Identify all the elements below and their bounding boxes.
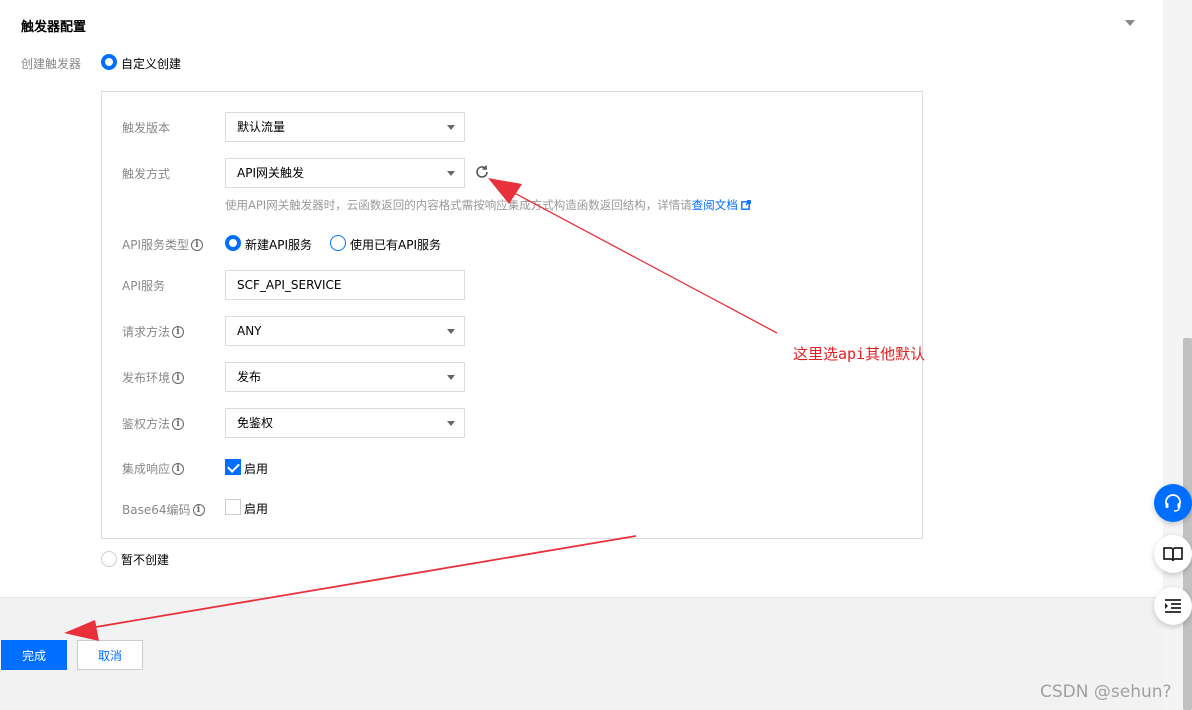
custom-create-radio[interactable] (101, 54, 117, 70)
trigger-method-select[interactable]: API网关触发 (225, 158, 465, 188)
hint-text: 使用API网关触发器时，云函数返回的内容格式需按响应集成方式构造函数返回结构，详… (225, 198, 692, 212)
auth-method-value: 免鉴权 (237, 416, 274, 430)
api-service-input[interactable]: SCF_API_SERVICE (225, 270, 465, 300)
create-trigger-label: 创建触发器 (21, 57, 82, 71)
request-method-value: ANY (237, 324, 262, 338)
custom-create-label: 自定义创建 (121, 57, 182, 71)
auth-method-label: 鉴权方法 i (122, 415, 185, 432)
trigger-method-label-text: 触发方式 (122, 167, 171, 181)
api-service-label: API服务 (122, 277, 165, 294)
service-type-label: API服务类型 i (122, 236, 203, 253)
base64-check-label: 启用 (244, 502, 269, 516)
watermark: CSDN @sehun? (1040, 682, 1172, 702)
info-icon[interactable]: i (172, 325, 185, 338)
docs-link[interactable]: 查阅文档 (692, 198, 738, 212)
list-indent-icon (1165, 599, 1181, 613)
trigger-version-value: 默认流量 (237, 120, 286, 134)
release-env-value: 发布 (237, 370, 262, 384)
info-icon[interactable]: i (172, 417, 185, 430)
release-env-label-text: 发布环境 (122, 371, 171, 385)
trigger-version-select[interactable]: 默认流量 (225, 112, 465, 142)
base64-label-text: Base64编码 (122, 503, 191, 517)
annotation-text: 这里选api其他默认 (793, 345, 926, 363)
skip-create-label: 暂不创建 (121, 553, 170, 567)
trigger-hint: 使用API网关触发器时，云函数返回的内容格式需按响应集成方式构造函数返回结构，详… (225, 197, 751, 213)
confirm-button[interactable]: 完成 (1, 640, 67, 670)
base64-label: Base64编码 i (122, 501, 205, 518)
info-icon[interactable]: i (192, 503, 205, 516)
release-env-select[interactable]: 发布 (225, 362, 465, 392)
skip-create-radio[interactable] (101, 551, 117, 567)
integration-response-check-label: 启用 (244, 462, 269, 476)
integration-response-label: 集成响应 i (122, 460, 185, 477)
trigger-method-value: API网关触发 (237, 166, 304, 180)
info-icon[interactable]: i (191, 238, 203, 251)
info-icon[interactable]: i (172, 371, 185, 384)
customer-service-button[interactable] (1154, 484, 1192, 522)
integration-response-label-text: 集成响应 (122, 462, 171, 476)
auth-method-label-text: 鉴权方法 (122, 417, 171, 431)
external-link-icon[interactable] (740, 200, 751, 210)
service-type-label-text: API服务类型 (122, 238, 189, 252)
trigger-method-label: 触发方式 (122, 165, 170, 182)
trigger-version-label-text: 触发版本 (122, 121, 171, 135)
service-type-existing-label: 使用已有API服务 (350, 238, 441, 252)
request-method-label-text: 请求方法 (122, 325, 171, 339)
arrow-head-lower (64, 620, 99, 641)
headset-icon (1165, 494, 1181, 512)
request-method-label: 请求方法 i (122, 323, 185, 340)
release-env-label: 发布环境 i (122, 369, 185, 386)
info-icon[interactable]: i (172, 462, 185, 475)
trigger-version-label: 触发版本 (122, 119, 170, 136)
refresh-icon[interactable] (474, 164, 490, 180)
base64-checkbox[interactable] (225, 499, 241, 515)
service-type-new-label: 新建API服务 (245, 238, 312, 252)
api-service-value: SCF_API_SERVICE (237, 278, 342, 292)
scrollbar-thumb[interactable] (1183, 338, 1192, 710)
api-service-label-text: API服务 (122, 279, 165, 293)
docs-button[interactable] (1154, 535, 1192, 573)
cancel-button[interactable]: 取消 (77, 640, 143, 670)
section-title: 触发器配置 (21, 20, 87, 35)
chevron-down-icon[interactable] (1125, 20, 1135, 26)
book-icon (1163, 547, 1183, 562)
menu-button[interactable] (1154, 587, 1192, 625)
service-type-new-radio[interactable] (225, 235, 241, 251)
request-method-select[interactable]: ANY (225, 316, 465, 346)
service-type-existing-radio[interactable] (330, 235, 346, 251)
auth-method-select[interactable]: 免鉴权 (225, 408, 465, 438)
integration-response-checkbox[interactable] (225, 459, 241, 475)
